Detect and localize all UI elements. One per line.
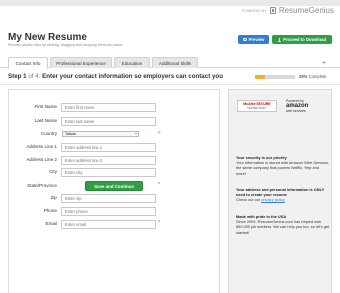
personal-info-body: Check out our privacy policy <box>236 197 330 202</box>
tab-professional-experience[interactable]: Professional Experience <box>50 57 112 68</box>
zip-label: Zip <box>50 195 57 200</box>
brand-logo[interactable]: POWERED BY ResumeGenius <box>242 6 334 15</box>
progress-value: 25% <box>299 74 308 79</box>
phone-label: Phone <box>43 208 57 213</box>
tab-additional-skills[interactable]: Additional Skills <box>152 57 198 68</box>
mcafee-line2: TESTED DAILY <box>247 106 267 110</box>
address-line-1-input[interactable] <box>61 143 156 152</box>
trust-badges: McAfee SECURE TESTED DAILY Powered by am… <box>237 99 316 113</box>
aws-line3: web services <box>286 109 306 113</box>
privacy-policy-link[interactable]: privacy policy <box>261 197 284 202</box>
phone-row: Phone <box>9 207 221 216</box>
valid-check-icon: ✓ <box>157 130 162 136</box>
first-name-label: First Name <box>34 104 57 109</box>
tab-education[interactable]: Education <box>114 57 150 68</box>
city-input[interactable] <box>61 168 156 177</box>
download-icon <box>278 37 282 42</box>
add-section-button[interactable]: + <box>318 59 330 67</box>
phone-input[interactable] <box>61 207 156 216</box>
last-name-input[interactable] <box>61 117 156 126</box>
security-priority-block: Your security is our priority Your infor… <box>236 155 330 176</box>
proceed-to-download-button[interactable]: Proceed to Download <box>272 35 332 44</box>
address-line-1-label: Address Line 1 <box>26 144 57 149</box>
first-name-input[interactable] <box>61 103 156 112</box>
country-row: Country Taiwan ✓ <box>9 130 221 139</box>
personal-info-heading: Your address and personal information is… <box>236 187 325 198</box>
required-marker: * <box>158 182 161 188</box>
country-label: Country <box>40 131 57 136</box>
step-text: Enter your contact information so employ… <box>42 73 223 80</box>
divider <box>0 84 340 85</box>
powered-by-text: POWERED BY <box>241 8 267 13</box>
step-current: 1 <box>23 73 27 80</box>
address-line-2-label: Address Line 2 <box>26 157 57 162</box>
step-heading: Step 1 of 4: Enter your contact informat… <box>8 73 223 80</box>
page-title: My New Resume <box>8 32 87 43</box>
address-line-2-row: Address Line 2 <box>9 156 221 165</box>
usa-block: Made with pride in the USA Since 2009, R… <box>236 214 330 235</box>
resume-genius-logo-icon <box>269 7 276 14</box>
mcafee-secure-badge[interactable]: McAfee SECURE TESTED DAILY <box>237 100 277 112</box>
preview-button[interactable]: Preview <box>238 35 269 44</box>
progress-word: Complete <box>308 74 327 79</box>
download-label: Proceed to Download <box>283 37 326 42</box>
aws-badge: Powered by amazon web services <box>286 99 316 113</box>
email-row: Email * <box>9 220 221 229</box>
country-value: Taiwan <box>65 132 77 136</box>
zip-row: Zip <box>9 194 221 203</box>
state-province-label: State/Province <box>27 183 57 188</box>
email-input[interactable] <box>61 220 156 229</box>
address-line-1-row: Address Line 1 <box>9 143 221 152</box>
city-row: City <box>9 168 221 177</box>
privacy-prefix: Check out our <box>236 197 261 203</box>
contact-form: First Name Last Name Country Taiwan ✓ Ad… <box>8 89 220 293</box>
security-info-panel: McAfee SECURE TESTED DAILY Powered by am… <box>228 89 332 293</box>
address-line-2-input[interactable] <box>61 156 156 165</box>
last-name-row: Last Name <box>9 117 221 126</box>
tab-contact-info[interactable]: Contact Info <box>8 57 48 69</box>
progress-bar <box>255 75 295 79</box>
last-name-label: Last Name <box>34 118 57 123</box>
preview-label: Preview <box>248 37 265 42</box>
step-prefix: Step <box>8 73 22 80</box>
city-label: City <box>49 169 57 174</box>
save-and-continue-button[interactable]: Save and Continue <box>85 181 143 191</box>
eye-icon <box>242 38 247 41</box>
step-of: of 4: <box>28 73 41 80</box>
country-select[interactable]: Taiwan <box>62 131 139 137</box>
usa-body: Since 2009, ResumeGenius.com has helped … <box>236 219 330 235</box>
progress-fill <box>255 75 265 79</box>
progress-label: 25% Complete <box>299 74 326 79</box>
first-name-row: First Name <box>9 103 221 112</box>
zip-input[interactable] <box>61 194 156 203</box>
personal-info-block: Your address and personal information is… <box>236 187 330 203</box>
chevron-down-icon <box>135 133 137 134</box>
email-label: Email <box>45 221 58 226</box>
brand-name: ResumeGenius <box>278 6 334 15</box>
page-subtitle: Reorder section tabs by clicking, draggi… <box>8 43 124 47</box>
required-marker: * <box>158 220 161 226</box>
security-body: Your information is stored with Amazon W… <box>236 160 330 176</box>
